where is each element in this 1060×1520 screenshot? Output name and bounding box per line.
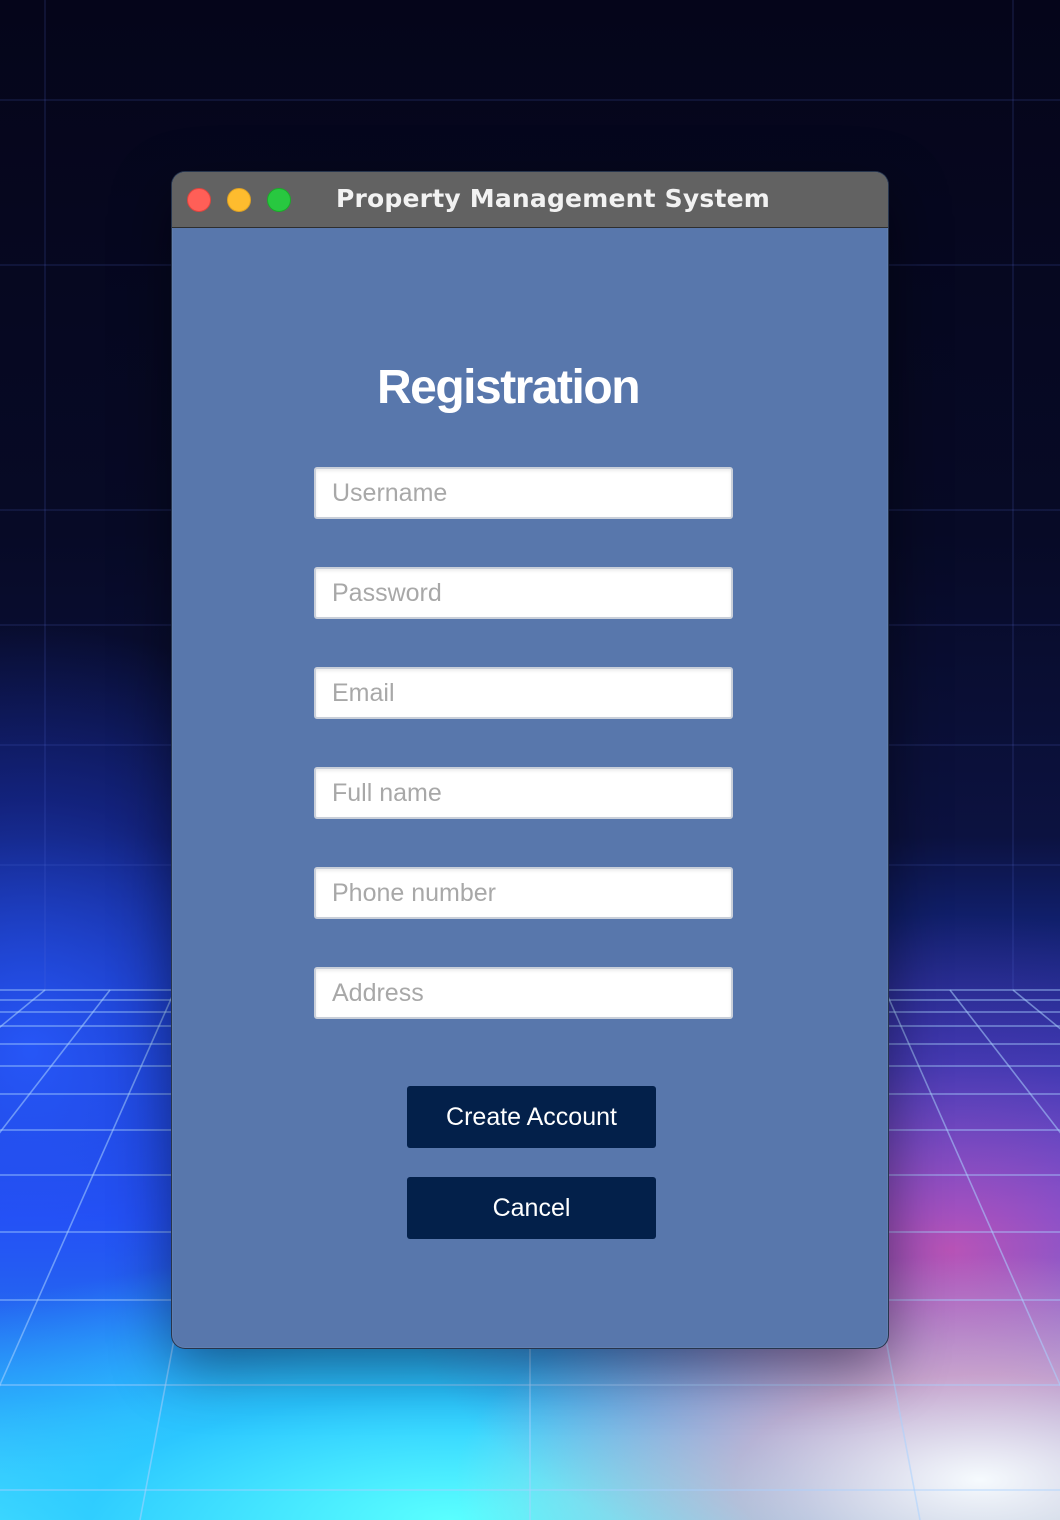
email-field[interactable] xyxy=(314,667,733,719)
page-title: Registration xyxy=(376,361,641,414)
full-name-field[interactable] xyxy=(314,767,733,819)
registration-window: Property Management System Registration … xyxy=(171,171,889,1349)
create-account-button[interactable]: Create Account xyxy=(407,1086,656,1148)
address-field[interactable] xyxy=(314,967,733,1019)
cancel-button[interactable]: Cancel xyxy=(407,1177,656,1239)
window-title: Property Management System xyxy=(335,184,771,213)
password-field[interactable] xyxy=(314,567,733,619)
phone-number-field[interactable] xyxy=(314,867,733,919)
username-field[interactable] xyxy=(314,467,733,519)
title-bar[interactable]: Property Management System xyxy=(172,172,888,228)
